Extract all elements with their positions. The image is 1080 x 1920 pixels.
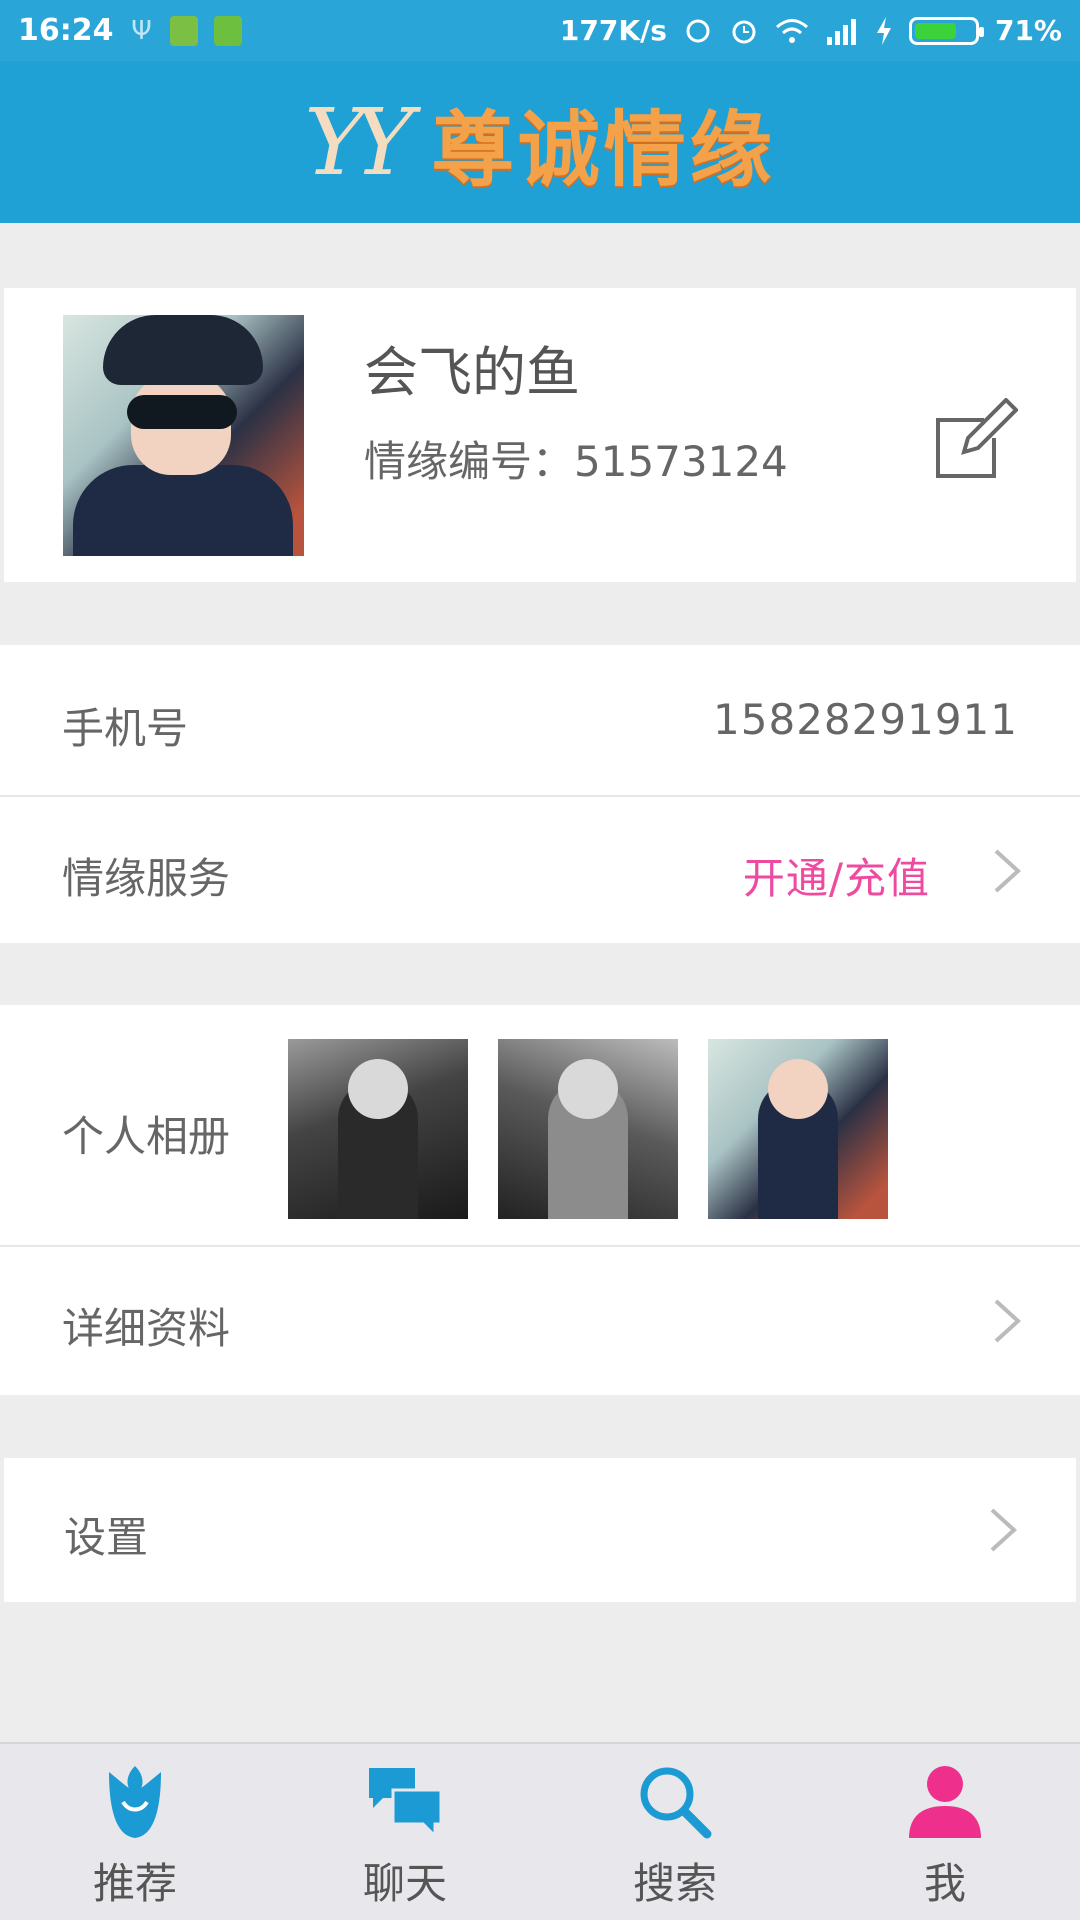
sync-icon <box>686 19 710 42</box>
chat-bubbles-icon <box>369 1768 443 1840</box>
tab-label: 我 <box>923 1859 966 1908</box>
service-label: 情缘服务 <box>62 854 231 903</box>
chevron-right-icon <box>994 849 1021 893</box>
details-row[interactable]: 详细资料 <box>0 1247 1080 1395</box>
tab-label: 推荐 <box>92 1859 177 1908</box>
settings-label: 设置 <box>64 1513 149 1562</box>
album-photo[interactable] <box>288 1039 468 1219</box>
phone-row: 手机号 15828291911 <box>0 645 1080 795</box>
person-icon <box>909 1766 981 1838</box>
usb-icon: Ψ <box>131 15 152 46</box>
signal-icon <box>826 18 856 45</box>
profile-card[interactable]: 会飞的鱼 情缘编号：51573124 <box>4 288 1076 582</box>
tab-label: 聊天 <box>362 1859 447 1908</box>
service-row[interactable]: 情缘服务 开通/充值 <box>0 797 1080 943</box>
logo-mark: YY <box>304 88 414 196</box>
tab-label: 搜索 <box>632 1859 717 1908</box>
battery-text: 71% <box>994 14 1062 47</box>
settings-row[interactable]: 设置 <box>4 1458 1076 1602</box>
alarm-icon <box>732 20 756 43</box>
service-action[interactable]: 开通/充值 <box>743 845 930 906</box>
album-photo[interactable] <box>708 1039 888 1219</box>
android-icon <box>213 15 242 46</box>
chevron-right-icon <box>990 1508 1017 1552</box>
profile-name: 会飞的鱼 <box>364 341 580 404</box>
app-header: YY 尊诚情缘 <box>0 61 1080 223</box>
avatar[interactable] <box>63 315 304 556</box>
status-bar: 16:24 Ψ 177K/s 71% <box>0 0 1080 61</box>
details-label: 详细资料 <box>62 1304 231 1353</box>
tab-search[interactable]: 搜索 <box>540 1744 810 1920</box>
profile-id: 情缘编号：51573124 <box>364 437 788 486</box>
battery-app-icon <box>169 15 198 46</box>
app-title: 尊诚情缘 <box>431 102 776 198</box>
chevron-right-icon <box>994 1299 1021 1343</box>
phone-value: 15828291911 <box>713 695 1018 744</box>
album-photo[interactable] <box>498 1039 678 1219</box>
battery-icon <box>908 16 984 45</box>
album-row[interactable]: 个人相册 <box>0 1005 1080 1245</box>
wifi-icon <box>775 18 808 43</box>
tab-recommend[interactable]: 推荐 <box>0 1744 270 1920</box>
charging-icon <box>876 16 891 45</box>
edit-icon[interactable] <box>934 398 1018 482</box>
tab-me[interactable]: 我 <box>810 1744 1080 1920</box>
search-icon <box>640 1767 712 1839</box>
album-label: 个人相册 <box>62 1112 231 1161</box>
rose-icon <box>109 1766 161 1838</box>
tab-chat[interactable]: 聊天 <box>270 1744 540 1920</box>
net-speed: 177K/s <box>559 14 667 47</box>
phone-label: 手机号 <box>62 704 189 753</box>
status-time: 16:24 <box>18 13 114 48</box>
bottom-tab-bar: 推荐 聊天 搜索 我 <box>0 1742 1080 1920</box>
